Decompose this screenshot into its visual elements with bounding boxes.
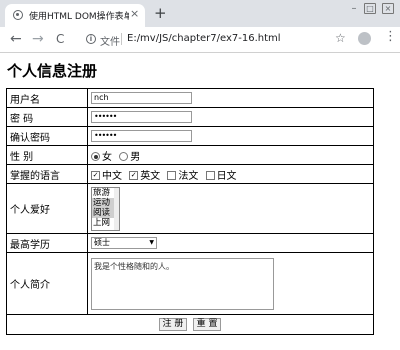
username-row: 用户名 nch bbox=[6, 88, 374, 108]
profile-avatar[interactable] bbox=[358, 32, 371, 45]
listbox-scrollbar[interactable] bbox=[114, 187, 119, 230]
username-cell: nch bbox=[87, 88, 374, 108]
new-tab-button[interactable]: + bbox=[154, 4, 167, 22]
tab-close-icon[interactable]: × bbox=[130, 7, 139, 20]
hobby-cell: 旅游 运动 阅读 上网 bbox=[87, 183, 374, 234]
address-divider bbox=[121, 33, 122, 45]
language-japanese-label: 日文 bbox=[216, 170, 237, 182]
submit-button[interactable]: 注 册 bbox=[158, 318, 188, 331]
reload-icon[interactable]: C bbox=[56, 32, 64, 46]
password-cell: •••••• bbox=[87, 107, 374, 127]
language-french-checkbox[interactable] bbox=[167, 171, 177, 180]
confirm-password-label: 确认密码 bbox=[6, 126, 88, 146]
browser-menu-icon[interactable]: ⋮ bbox=[384, 30, 397, 44]
confirm-password-cell: •••••• bbox=[87, 126, 374, 146]
hobby-listbox[interactable]: 旅游 运动 阅读 上网 bbox=[91, 186, 120, 231]
button-cell: 注 册 重 置 bbox=[6, 314, 374, 335]
education-row: 最高学历 硕士 ▼ bbox=[6, 233, 374, 253]
bio-label: 个人简介 bbox=[6, 252, 88, 315]
browser-toolbar: ← → C i 文件 E:/mv/JS/chapter7/ex7-16.html… bbox=[0, 27, 400, 53]
dropdown-arrow-icon: ▼ bbox=[149, 239, 154, 246]
browser-titlebar: 使用HTML DOM操作表单及表单 × + – □ × bbox=[0, 0, 400, 27]
reset-button[interactable]: 重 置 bbox=[192, 318, 222, 331]
hobby-label: 个人爱好 bbox=[6, 183, 88, 234]
language-english-label: 英文 bbox=[140, 170, 161, 182]
tab-title: 使用HTML DOM操作表单及表单 bbox=[29, 12, 129, 22]
gender-male-label: 男 bbox=[130, 151, 141, 163]
hobby-row: 个人爱好 旅游 运动 阅读 上网 bbox=[6, 183, 374, 234]
registration-form-table: 用户名 nch 密 码 •••••• 确认密码 •••••• 性 别 女 男 掌… bbox=[6, 88, 374, 335]
language-english-checkbox[interactable]: ✓ bbox=[129, 171, 139, 180]
gender-female-radio[interactable] bbox=[91, 152, 100, 161]
forward-icon[interactable]: → bbox=[32, 31, 44, 47]
address-bar[interactable]: E:/mv/JS/chapter7/ex7-16.html bbox=[127, 33, 281, 44]
back-icon[interactable]: ← bbox=[10, 31, 22, 47]
gender-male-radio[interactable] bbox=[119, 152, 129, 161]
button-row: 注 册 重 置 bbox=[6, 314, 374, 335]
confirm-password-input[interactable]: •••••• bbox=[91, 130, 192, 142]
language-row: 掌握的语言 ✓ 中文 ✓ 英文 法文 日文 bbox=[6, 164, 374, 184]
gender-row: 性 别 女 男 bbox=[6, 145, 374, 165]
language-japanese-checkbox[interactable] bbox=[205, 171, 215, 180]
bio-textarea[interactable]: 我是个性格随和的人。 bbox=[91, 257, 274, 310]
globe-icon bbox=[13, 10, 23, 20]
gender-female-label: 女 bbox=[102, 151, 112, 163]
bio-cell: 我是个性格随和的人。 bbox=[87, 252, 374, 315]
education-label: 最高学历 bbox=[6, 233, 88, 253]
password-label: 密 码 bbox=[6, 107, 88, 127]
language-label: 掌握的语言 bbox=[6, 164, 88, 184]
bio-row: 个人简介 我是个性格随和的人。 bbox=[6, 252, 374, 315]
gender-label: 性 别 bbox=[6, 145, 88, 165]
language-chinese-label: 中文 bbox=[102, 170, 122, 182]
language-french-label: 法文 bbox=[178, 170, 199, 182]
page-title: 个人信息注册 bbox=[7, 62, 98, 80]
password-input[interactable]: •••••• bbox=[91, 111, 192, 123]
maximize-button[interactable]: □ bbox=[364, 3, 376, 14]
minimize-button[interactable]: – bbox=[348, 3, 360, 14]
bookmark-star-icon[interactable]: ☆ bbox=[335, 31, 346, 45]
username-input[interactable]: nch bbox=[91, 92, 192, 104]
confirm-password-row: 确认密码 •••••• bbox=[6, 126, 374, 146]
education-value: 硕士 bbox=[94, 238, 110, 247]
language-chinese-checkbox[interactable]: ✓ bbox=[91, 171, 100, 180]
info-icon[interactable]: i bbox=[86, 34, 96, 44]
gender-cell: 女 男 bbox=[87, 145, 374, 165]
address-scheme-label: 文件 bbox=[100, 37, 120, 48]
password-row: 密 码 •••••• bbox=[6, 107, 374, 127]
language-cell: ✓ 中文 ✓ 英文 法文 日文 bbox=[87, 164, 374, 184]
close-window-button[interactable]: × bbox=[382, 3, 394, 14]
username-label: 用户名 bbox=[6, 88, 88, 108]
education-cell: 硕士 ▼ bbox=[87, 233, 374, 253]
education-select[interactable]: 硕士 ▼ bbox=[91, 237, 157, 249]
browser-tab[interactable]: 使用HTML DOM操作表单及表单 × bbox=[5, 4, 145, 27]
